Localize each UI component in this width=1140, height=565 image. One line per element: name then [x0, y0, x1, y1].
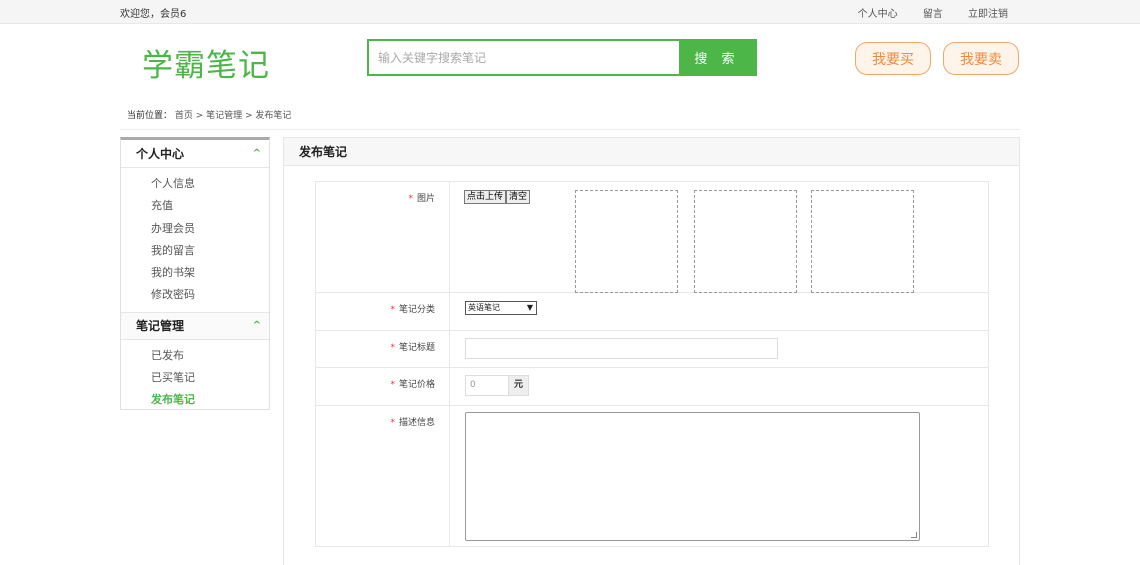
category-label: 笔记分类 [398, 305, 435, 315]
price-field: 0 元 [465, 375, 529, 396]
sell-button[interactable]: 我要卖 [943, 42, 1019, 75]
required-mark: * [390, 305, 395, 315]
sidebar-group-personal-center[interactable]: 个人中心 ^ [121, 140, 269, 168]
breadcrumb-label: 当前位置： [127, 111, 173, 121]
welcome-text: 欢迎您，会员6 [120, 9, 187, 20]
image-preview-1 [575, 190, 678, 293]
logout-link[interactable]: 立即注销 [968, 9, 1008, 20]
personal-center-link[interactable]: 个人中心 [858, 9, 898, 20]
top-links: 个人中心 留言 立即注销 [836, 5, 1008, 20]
search-box: 搜 索 [367, 39, 757, 76]
form-row-image: * 图片 点击上传 清空 [316, 182, 988, 293]
clear-button[interactable]: 清空 [506, 190, 531, 204]
sidebar-item-purchased-notes[interactable]: 已买笔记 [151, 367, 269, 389]
site-logo[interactable]: 学霸笔记 [142, 40, 270, 85]
required-mark: * [390, 418, 395, 428]
form-row-price: * 笔记价格 0 元 [316, 368, 988, 406]
sidebar-item-bookshelf[interactable]: 我的书架 [151, 262, 269, 284]
message-link[interactable]: 留言 [923, 9, 943, 20]
sidebar-group-note-management[interactable]: 笔记管理 ^ [121, 311, 269, 340]
category-select[interactable]: 英语笔记 ▼ [465, 301, 537, 315]
publish-note-form: * 图片 点击上传 清空 * 笔记分类 英语笔记 ▼ * 笔记标题 * 笔记价格… [315, 181, 989, 547]
chevron-up-icon: ^ [252, 320, 261, 332]
price-label: 笔记价格 [398, 380, 435, 390]
sidebar-item-profile[interactable]: 个人信息 [151, 173, 269, 195]
buy-button[interactable]: 我要买 [855, 42, 931, 75]
chevron-down-icon: ▼ [526, 303, 533, 312]
description-label: 描述信息 [398, 418, 435, 428]
main-panel: 发布笔记 * 图片 点击上传 清空 * 笔记分类 英语笔记 ▼ * 笔记标题 *… [283, 137, 1020, 565]
title-label: 笔记标题 [398, 343, 435, 353]
sidebar-item-membership[interactable]: 办理会员 [151, 218, 269, 240]
sidebar-item-publish-note[interactable]: 发布笔记 [151, 389, 269, 411]
breadcrumb-divider [120, 129, 1020, 130]
sidebar-item-change-password[interactable]: 修改密码 [151, 284, 269, 306]
chevron-up-icon: ^ [252, 148, 261, 159]
image-preview-3 [811, 190, 914, 293]
upload-button[interactable]: 点击上传 [464, 190, 507, 204]
sidebar-item-my-messages[interactable]: 我的留言 [151, 240, 269, 262]
resize-handle-icon[interactable] [911, 532, 917, 538]
search-button[interactable]: 搜 索 [679, 41, 755, 74]
breadcrumb-path: 首页 > 笔记管理 > 发布笔记 [174, 111, 292, 121]
required-mark: * [390, 343, 395, 353]
required-mark: * [390, 380, 395, 390]
panel-title: 发布笔记 [284, 138, 1019, 166]
top-bar: 欢迎您，会员6 个人中心 留言 立即注销 [0, 0, 1140, 24]
sidebar-item-recharge[interactable]: 充值 [151, 195, 269, 217]
image-preview-2 [694, 190, 797, 293]
breadcrumb: 当前位置： 首页 > 笔记管理 > 发布笔记 [127, 108, 291, 121]
price-unit: 元 [508, 376, 528, 395]
price-input[interactable]: 0 [466, 376, 508, 395]
form-row-title: * 笔记标题 [316, 331, 988, 368]
form-row-category: * 笔记分类 英语笔记 ▼ [316, 293, 988, 331]
sidebar-item-published[interactable]: 已发布 [151, 345, 269, 367]
required-mark: * [408, 194, 413, 204]
search-input[interactable] [369, 41, 679, 74]
note-title-input[interactable] [465, 338, 778, 359]
form-row-description: * 描述信息 [316, 406, 988, 546]
image-label: 图片 [416, 194, 435, 204]
description-textarea[interactable] [465, 412, 920, 541]
sidebar: 个人中心 ^ 个人信息 充值 办理会员 我的留言 我的书架 修改密码 笔记管理 … [120, 137, 270, 410]
